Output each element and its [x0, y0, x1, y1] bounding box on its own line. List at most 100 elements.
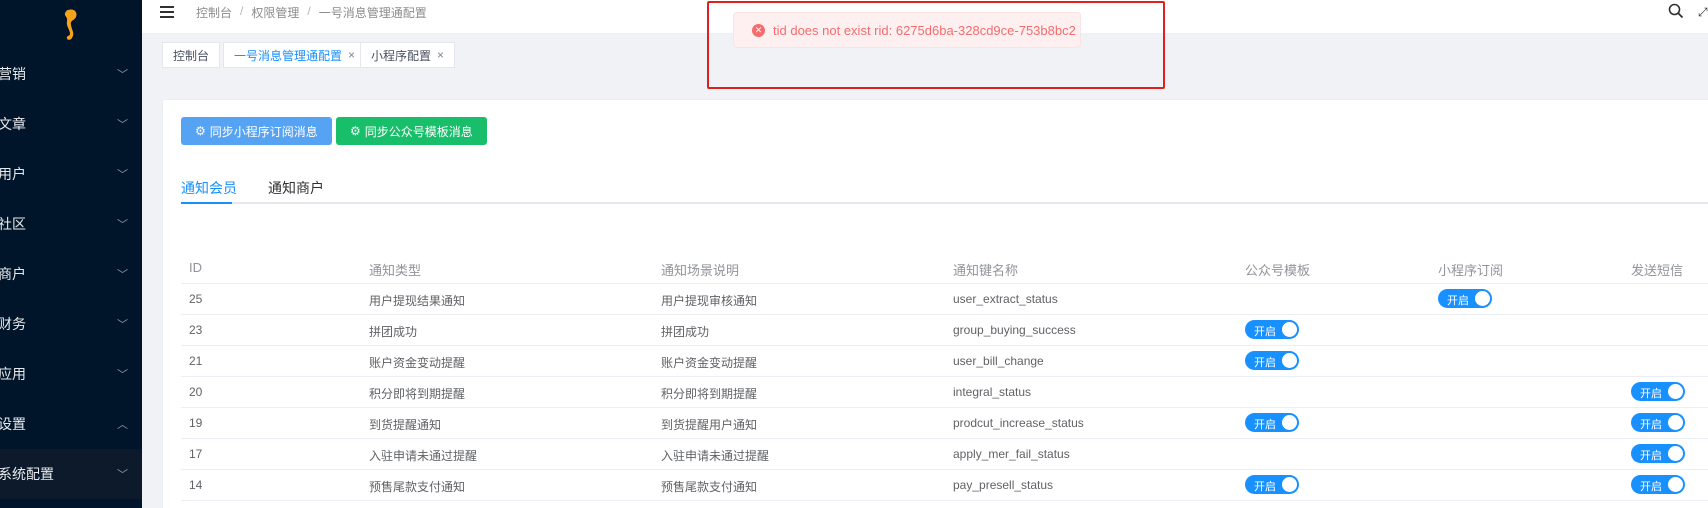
switch-knob — [1668, 477, 1683, 492]
switch-label: 开启 — [1640, 388, 1662, 400]
sidebar-item-label: 财务 — [0, 316, 26, 332]
table-row: 21 账户资金变动提醒 账户资金变动提醒 user_bill_change 开启 — [181, 346, 1708, 377]
gear-icon: ⚙ — [195, 124, 206, 138]
cell-type: 入驻申请未通过提醒 — [369, 449, 478, 463]
column-header-sms: 发送短信 — [1631, 263, 1684, 278]
switch-label: 开启 — [1640, 450, 1662, 462]
mini-toggle-switch[interactable]: 开启 — [1438, 289, 1492, 308]
cell-key: user_extract_status — [953, 292, 1058, 306]
column-header-wechat-template: 公众号模板 — [1245, 263, 1311, 278]
cell-type: 积分即将到期提醒 — [369, 387, 466, 401]
sidebar-item-label: 系统配置 — [0, 466, 54, 482]
switch-label: 开启 — [1254, 326, 1276, 338]
close-icon[interactable]: × — [348, 48, 355, 62]
tag-mini-program-config[interactable]: 小程序配置 × — [360, 42, 456, 68]
sidebar-item-label: 应用 — [0, 366, 26, 382]
logo[interactable] — [0, 0, 142, 50]
sidebar-item[interactable]: 社区 ﹀ — [0, 199, 142, 249]
tag-dashboard[interactable]: 控制台 — [162, 42, 221, 68]
cell-id: 25 — [189, 292, 203, 306]
cell-key: user_bill_change — [953, 354, 1044, 368]
cell-key: apply_mer_fail_status — [953, 447, 1070, 461]
wechat-toggle-switch[interactable]: 开启 — [1245, 475, 1299, 494]
sidebar-item-label: 文章 — [0, 116, 26, 132]
sidebar-item-label: 设置 — [0, 416, 26, 432]
button-label: 同步公众号模板消息 — [364, 124, 473, 139]
cell-id: 17 — [189, 447, 203, 461]
switch-label: 开启 — [1254, 357, 1276, 369]
sidebar-item[interactable]: 财务 ﹀ — [0, 299, 142, 349]
search-icon[interactable] — [1668, 3, 1684, 19]
chevron-down-icon: ﹀ — [117, 319, 128, 331]
tab-notify-members[interactable]: 通知会员 — [181, 178, 237, 198]
breadcrumb-item[interactable]: 权限管理 — [251, 4, 299, 21]
sync-official-account-button[interactable]: ⚙ 同步公众号模板消息 — [336, 117, 487, 145]
switch-label: 开启 — [1254, 419, 1276, 431]
sidebar-item[interactable]: 商户 ﹀ — [0, 249, 142, 299]
table-row: 20 积分即将到期提醒 积分即将到期提醒 integral_status 开启 — [181, 377, 1708, 408]
cell-key: pay_presell_status — [953, 478, 1054, 492]
chevron-up-icon: ︿ — [117, 419, 128, 431]
sidebar-item[interactable]: 用户 ﹀ — [0, 149, 142, 199]
tag-message-config[interactable]: 一号消息管理通配置 × — [223, 42, 367, 68]
switch-label: 开启 — [1640, 419, 1662, 431]
close-icon[interactable]: × — [437, 48, 444, 62]
sms-toggle-switch[interactable]: 开启 — [1631, 382, 1685, 401]
active-tab-indicator — [181, 202, 232, 204]
tag-label: 小程序配置 — [371, 48, 432, 63]
cell-type: 账户资金变动提醒 — [369, 356, 466, 370]
sidebar-item[interactable]: 系统配置 ﹀ — [0, 449, 142, 499]
breadcrumb-item-current: 一号消息管理通配置 — [318, 6, 427, 20]
cell-scene: 入驻申请未通过提醒 — [661, 449, 770, 463]
wechat-toggle-switch[interactable]: 开启 — [1245, 413, 1299, 432]
chevron-down-icon: ﹀ — [117, 169, 128, 181]
wechat-toggle-switch[interactable]: 开启 — [1245, 351, 1299, 370]
gear-icon: ⚙ — [350, 124, 361, 138]
column-header-id: ID — [189, 260, 202, 275]
switch-label: 开启 — [1447, 295, 1469, 307]
wechat-toggle-switch[interactable]: 开启 — [1245, 320, 1299, 339]
switch-label: 开启 — [1254, 481, 1276, 493]
table-row: 25 用户提现结果通知 用户提现审核通知 user_extract_status 开启 — [181, 284, 1708, 315]
sidebar-item[interactable]: 设置 ︿ — [0, 399, 142, 449]
button-label: 同步小程序订阅消息 — [209, 124, 318, 139]
switch-knob — [1668, 415, 1683, 430]
cell-scene: 账户资金变动提醒 — [661, 356, 758, 370]
sidebar-item[interactable]: 应用 ﹀ — [0, 349, 142, 399]
breadcrumb-separator: / — [307, 4, 311, 18]
sidebar-item-label: 商户 — [0, 266, 26, 282]
sidebar-item[interactable]: 文章 ﹀ — [0, 99, 142, 149]
switch-knob — [1282, 353, 1297, 368]
sidebar-item-label: 社区 — [0, 216, 26, 232]
tab-notify-merchants[interactable]: 通知商户 — [268, 178, 324, 198]
seahorse-logo-icon — [64, 9, 77, 40]
main-card: ⚙ 同步小程序订阅消息 ⚙ 同步公众号模板消息 通知会员 通知商户 ID 通知类… — [162, 99, 1708, 508]
cell-type: 拼团成功 — [369, 325, 418, 339]
cell-type: 预售尾款支付通知 — [369, 480, 466, 494]
sms-toggle-switch[interactable]: 开启 — [1631, 413, 1685, 432]
chevron-down-icon: ﹀ — [117, 269, 128, 281]
sms-toggle-switch[interactable]: 开启 — [1631, 444, 1685, 463]
breadcrumb: 控制台 / 权限管理 / 一号消息管理通配置 — [196, 4, 427, 21]
tabs: 通知会员 通知商户 — [181, 170, 1708, 204]
breadcrumb-separator: / — [240, 4, 244, 18]
column-header-mini-subscribe: 小程序订阅 — [1438, 263, 1504, 278]
table-row: 19 到货提醒通知 到货提醒用户通知 prodcut_increase_status 开… — [181, 408, 1708, 439]
breadcrumb-item[interactable]: 控制台 — [196, 4, 232, 21]
column-header-type: 通知类型 — [369, 263, 422, 278]
switch-knob — [1668, 446, 1683, 461]
sidebar-item[interactable]: 营销 ﹀ — [0, 49, 142, 99]
menu-toggle-icon[interactable] — [160, 3, 174, 18]
switch-label: 开启 — [1640, 481, 1662, 493]
chevron-down-icon: ﹀ — [117, 369, 128, 381]
tag-label: 一号消息管理通配置 — [234, 48, 343, 63]
fullscreen-icon[interactable]: ⤢ — [1698, 5, 1708, 19]
tag-label: 控制台 — [173, 48, 210, 63]
sync-mini-program-button[interactable]: ⚙ 同步小程序订阅消息 — [181, 117, 332, 145]
cell-scene: 到货提醒用户通知 — [661, 418, 758, 432]
cell-key: integral_status — [953, 385, 1032, 399]
sidebar-item-label: 用户 — [0, 166, 26, 182]
cell-id: 19 — [189, 416, 203, 430]
sms-toggle-switch[interactable]: 开启 — [1631, 475, 1685, 494]
highlight-box — [707, 1, 1165, 89]
